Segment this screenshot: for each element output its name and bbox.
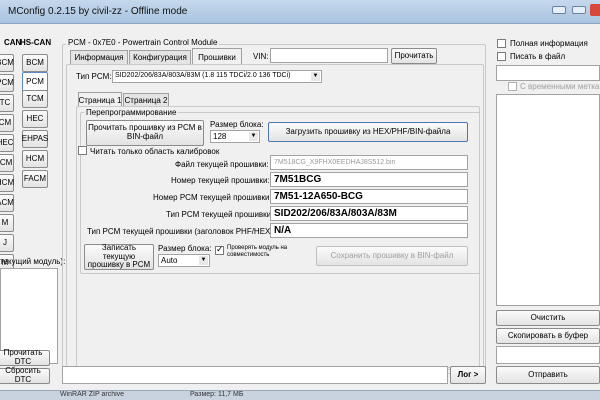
reprogramming-title: Перепрограммирование [84, 108, 179, 117]
clear-log-button[interactable]: Очистить [496, 310, 600, 326]
hs-module-facm[interactable]: FACM [22, 170, 48, 188]
vin-label: VIN: [253, 52, 269, 61]
send-button[interactable]: Отправить [496, 366, 600, 384]
pcm-fw-header-type-value: N/A [270, 223, 468, 238]
ms-module-button[interactable]: TC [0, 94, 14, 112]
full-info-checkbox[interactable] [497, 39, 506, 48]
ms-module-button[interactable]: HCM [0, 174, 14, 192]
write-firmware-button[interactable]: Записать текущую прошивку в PCM [84, 243, 154, 270]
hs-can-header: HS-CAN [20, 38, 52, 47]
maximize-button[interactable] [572, 6, 586, 14]
pcm-fw-type-label: Тип PCM текущей прошивки: [166, 210, 274, 219]
ms-module-button[interactable]: J [0, 234, 14, 252]
pcm-fw-type-value: SID202/206/83A/803A/83M [270, 206, 468, 221]
ms-module-button[interactable]: BCM [0, 54, 14, 72]
write-to-file-checkbox[interactable] [497, 52, 506, 61]
hs-module-tcm[interactable]: TCM [22, 90, 48, 108]
hs-module-bcm[interactable]: BCM [22, 54, 48, 72]
check-compat-checkbox[interactable] [215, 244, 224, 255]
window-title: MConfig 0.2.15 by civil-zz - Offline mod… [8, 6, 188, 17]
log-output-box[interactable] [496, 94, 600, 306]
ms-can-header: CAN [4, 38, 22, 47]
hs-module-hcm[interactable]: HCM [22, 150, 48, 168]
taskbar-size: Размер: 11,7 МБ [190, 391, 244, 398]
read-calib-label: Читать только область калибровок [90, 147, 220, 156]
current-fw-number-value: 7M51BCG [270, 172, 468, 187]
read-dtc-button[interactable]: Прочитать DTC [0, 348, 50, 366]
vin-input[interactable] [270, 48, 388, 63]
ms-module-button[interactable]: ACM [0, 194, 14, 212]
current-module-label: текущий модуль): [0, 257, 66, 266]
pcm-fw-number-label: Номер PCM текущей прошивки: [153, 193, 272, 202]
subtab-page-2[interactable]: Страница 2 [123, 93, 169, 107]
copy-log-button[interactable]: Скопировать в буфер [496, 328, 600, 344]
ms-module-button[interactable]: ICM [0, 154, 14, 172]
block-size-label-2: Размер блока: [158, 244, 212, 253]
pcm-fw-number-value: 7M51-12A650-BCG [270, 189, 468, 204]
block-size-value: 128 [213, 132, 227, 141]
block-size-select[interactable]: 128 ▼ [210, 130, 260, 143]
pcm-type-label: Тип PCM: [76, 72, 112, 81]
read-calib-checkbox[interactable] [78, 146, 87, 155]
read-firmware-button[interactable]: Прочитать прошивку из PCM в BIN-файл [86, 120, 204, 146]
save-firmware-button[interactable]: Сохранить прошивку в BIN-файл [316, 246, 468, 266]
chevron-down-icon: ▼ [199, 256, 208, 265]
block-size-select-2[interactable]: Auto ▼ [158, 254, 210, 267]
tab-firmware[interactable]: Прошивки [192, 48, 242, 65]
taskbar: WinRAR ZIP archive Размер: 11,7 МБ [0, 390, 600, 400]
block-size-value-2: Auto [161, 256, 178, 265]
command-input[interactable] [496, 346, 600, 364]
log-button[interactable]: Лог > [450, 366, 486, 384]
pcm-header: PCM - 0x7E0 - Powertrain Control Module [66, 38, 220, 47]
block-size-label: Размер блока: [210, 120, 264, 129]
hs-module-hec[interactable]: HEC [22, 110, 48, 128]
ms-module-button[interactable]: HEC [0, 134, 14, 152]
pcm-fw-header-type-label: Тип PCM текущей прошивки (заголовок PHF/… [87, 227, 276, 236]
chevron-down-icon: ▼ [249, 132, 258, 141]
client-area: CAN HS-CAN BCM PCM TC CM HEC ICM HCM ACM… [0, 24, 600, 390]
current-fw-file-value: 7M518CG_X9FHX0EEDHAJ8S512.bin [270, 155, 468, 170]
chevron-down-icon: ▼ [311, 72, 320, 81]
tab-info[interactable]: Информация [70, 50, 128, 64]
ms-module-button[interactable]: M [0, 214, 14, 232]
full-info-label: Полная информация [510, 39, 588, 48]
log-line-input[interactable] [62, 366, 448, 384]
title-bar: MConfig 0.2.15 by civil-zz - Offline mod… [0, 0, 600, 24]
clear-dtc-button[interactable]: Сбросить DTC [0, 366, 50, 384]
write-to-file-label: Писать в файл [510, 52, 566, 61]
read-vin-button[interactable]: Прочитать [391, 48, 437, 64]
with-time-checkbox [508, 82, 517, 91]
log-file-input[interactable] [496, 65, 600, 81]
close-button[interactable] [590, 4, 600, 16]
with-time-label: С временными метками [520, 82, 600, 91]
hs-module-pcm[interactable]: PCM [22, 72, 48, 92]
ms-module-button[interactable]: PCM [0, 74, 14, 92]
minimize-button[interactable] [552, 6, 566, 14]
current-fw-file-label: Файл текущей прошивки: [175, 160, 269, 169]
tab-config[interactable]: Конфигурация [129, 50, 191, 64]
check-compat-label: Проверять модуль на совместимость [227, 245, 288, 259]
load-firmware-button[interactable]: Загрузить прошивку из HEX/PHF/BIN-файла [268, 122, 468, 142]
subtab-page-1[interactable]: Страница 1 [78, 92, 122, 107]
pcm-type-select[interactable]: SID202/206/83A/803A/83M (1.8 115 TDCi/2.… [112, 70, 322, 83]
pcm-type-value: SID202/206/83A/803A/83M (1.8 115 TDCi/2.… [115, 72, 291, 79]
hs-module-ehpas[interactable]: EHPAS [22, 130, 48, 148]
taskbar-filetype: WinRAR ZIP archive [60, 391, 125, 398]
ms-module-button[interactable]: CM [0, 114, 14, 132]
current-fw-number-label: Номер текущей прошивки: [171, 176, 270, 185]
